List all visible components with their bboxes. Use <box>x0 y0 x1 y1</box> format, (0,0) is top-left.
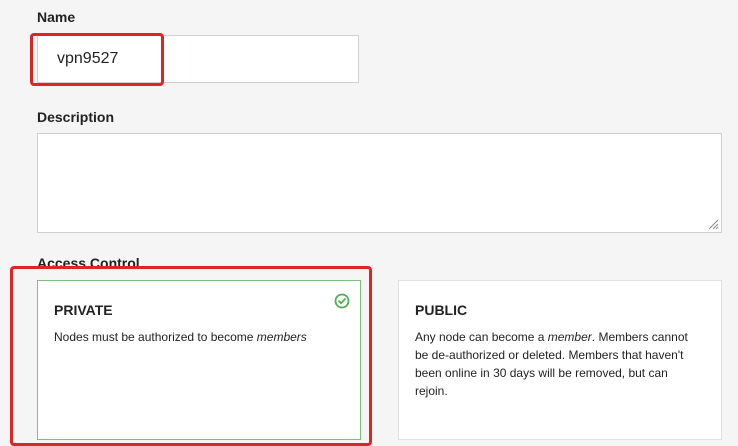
name-label: Name <box>37 9 76 25</box>
description-textarea[interactable] <box>37 133 722 233</box>
name-highlight-box <box>30 33 164 86</box>
description-label: Description <box>37 109 115 125</box>
resize-grip-icon[interactable] <box>707 218 719 230</box>
private-highlight-box <box>10 266 372 446</box>
option-description: Any node can become a member. Members ca… <box>415 330 688 398</box>
access-option-public[interactable]: PUBLIC Any node can become a member. Mem… <box>398 280 722 440</box>
option-title: PUBLIC <box>415 302 468 318</box>
